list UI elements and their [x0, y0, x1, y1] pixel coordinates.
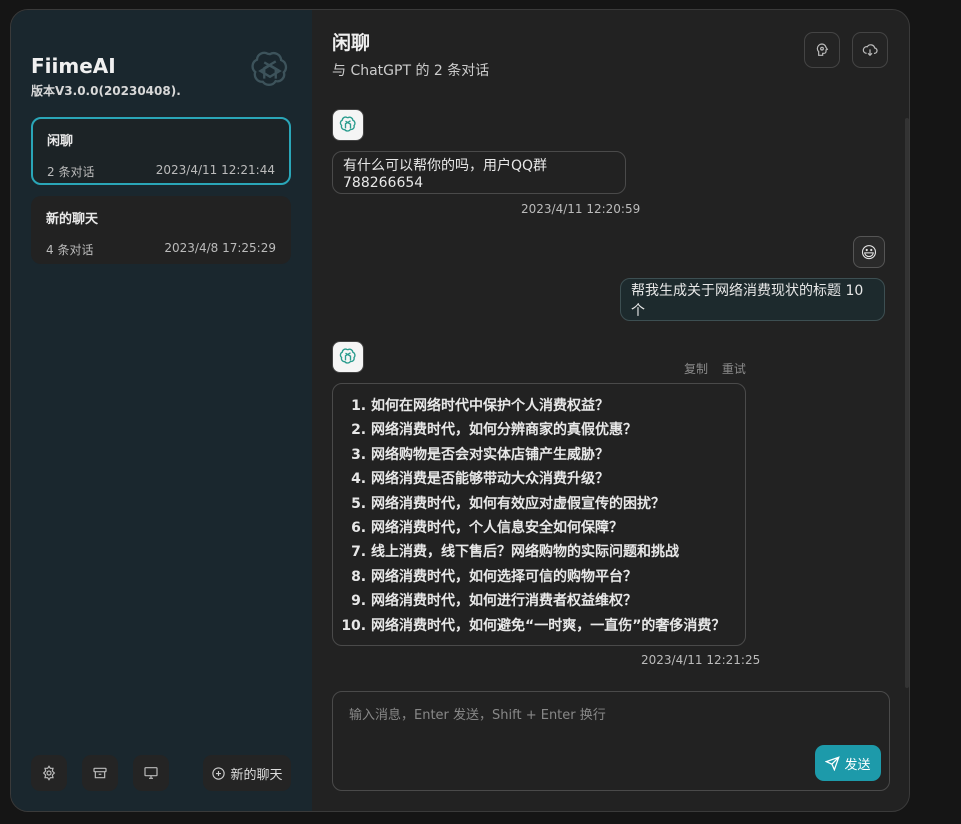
message-input[interactable] — [347, 702, 871, 746]
bot-avatar — [332, 109, 364, 141]
chat-scrollbar[interactable] — [905, 118, 909, 688]
plus-circle-icon — [212, 766, 226, 780]
new-chat-button[interactable]: 新的聊天 — [203, 755, 291, 791]
list-item: 网络消费时代，如何选择可信的购物平台？ — [371, 565, 733, 589]
cloud-download-icon — [862, 44, 878, 57]
prompt-button[interactable] — [804, 32, 840, 68]
session-time: 2023/4/11 12:21:44 — [155, 163, 275, 177]
bot-avatar — [332, 341, 364, 373]
openai-logo-icon — [339, 348, 356, 364]
message-composer: 发送 — [332, 691, 890, 791]
user-message: 帮我生成关于网络消费现状的标题 10个 — [620, 278, 885, 321]
user-avatar: 😃 — [853, 236, 885, 268]
send-button[interactable]: 发送 — [815, 745, 881, 781]
chat-panel: 闲聊 与 ChatGPT 的 2 条对话 有什么可以帮你的吗，用户QQ群7882… — [312, 10, 909, 811]
bot-message-list: 如何在网络时代中保护个人消费权益？ 网络消费时代，如何分辨商家的真假优惠？ 网络… — [332, 383, 746, 646]
list-item: 网络消费时代，个人信息安全如何保障？ — [371, 516, 733, 540]
session-count: 4 条对话 — [46, 243, 94, 257]
list-item: 网络消费时代，如何进行消费者权益维权？ — [371, 589, 733, 613]
message-text: 帮我生成关于网络消费现状的标题 10个 — [631, 282, 864, 319]
session-item-new-chat[interactable]: 新的聊天 4 条对话 2023/4/8 17:25:29 — [31, 196, 291, 264]
openai-logo-icon — [251, 51, 288, 86]
store-icon — [93, 767, 107, 779]
smiley-icon: 😃 — [860, 242, 878, 262]
message-time: 2023/4/11 12:21:25 — [641, 653, 761, 667]
chat-title: 闲聊 — [332, 32, 371, 54]
session-item-casual-chat[interactable]: 闲聊 2 条对话 2023/4/11 12:21:44 — [31, 117, 291, 185]
list-item: 网络购物是否会对实体店铺产生威胁？ — [371, 443, 733, 467]
copy-button[interactable]: 复制 — [684, 362, 708, 376]
send-label: 发送 — [844, 757, 871, 773]
list-item: 网络消费时代，如何有效应对虚假宣传的困扰？ — [371, 492, 733, 516]
session-title: 新的聊天 — [46, 212, 99, 227]
settings-button[interactable] — [31, 755, 67, 791]
message-text: 有什么可以帮你的吗，用户QQ群788266654 — [343, 157, 548, 191]
app-version: 版本V3.0.0(20230408). — [31, 84, 181, 98]
sidebar-toolbar: 新的聊天 — [31, 755, 291, 791]
list-item: 网络消费是否能够带动大众消费升级？ — [371, 467, 733, 491]
message-actions: 复制 重试 — [674, 360, 746, 377]
list-item: 线上消费，线下售后？网络购物的实际问题和挑战 — [371, 540, 733, 564]
app-name: FiimeAI — [31, 54, 116, 78]
monitor-icon — [144, 767, 158, 779]
list-item: 网络消费时代，如何避免“一时爽，一直伤”的奢侈消费？ — [371, 614, 733, 638]
openai-logo-icon — [339, 116, 356, 132]
session-count: 2 条对话 — [47, 165, 95, 179]
sidebar: FiimeAI 版本V3.0.0(20230408). 闲聊 2 条对话 202… — [11, 10, 312, 811]
app-window: FiimeAI 版本V3.0.0(20230408). 闲聊 2 条对话 202… — [10, 9, 910, 812]
bot-message: 有什么可以帮你的吗，用户QQ群788266654 — [332, 151, 626, 194]
desktop-button[interactable] — [133, 755, 169, 791]
list-item: 如何在网络时代中保护个人消费权益？ — [371, 394, 733, 418]
message-time: 2023/4/11 12:20:59 — [521, 202, 641, 216]
store-button[interactable] — [82, 755, 118, 791]
session-title: 闲聊 — [47, 134, 74, 149]
brain-icon — [816, 43, 829, 56]
paper-plane-icon — [825, 755, 841, 771]
new-chat-label: 新的聊天 — [230, 767, 283, 783]
list-item: 网络消费时代，如何分辨商家的真假优惠？ — [371, 418, 733, 442]
chat-subtitle: 与 ChatGPT 的 2 条对话 — [332, 63, 490, 79]
retry-button[interactable]: 重试 — [722, 362, 746, 376]
export-button[interactable] — [852, 32, 888, 68]
settings-icon — [42, 765, 56, 781]
title-list: 如何在网络时代中保护个人消费权益？ 网络消费时代，如何分辨商家的真假优惠？ 网络… — [345, 394, 733, 638]
session-time: 2023/4/8 17:25:29 — [164, 241, 276, 255]
